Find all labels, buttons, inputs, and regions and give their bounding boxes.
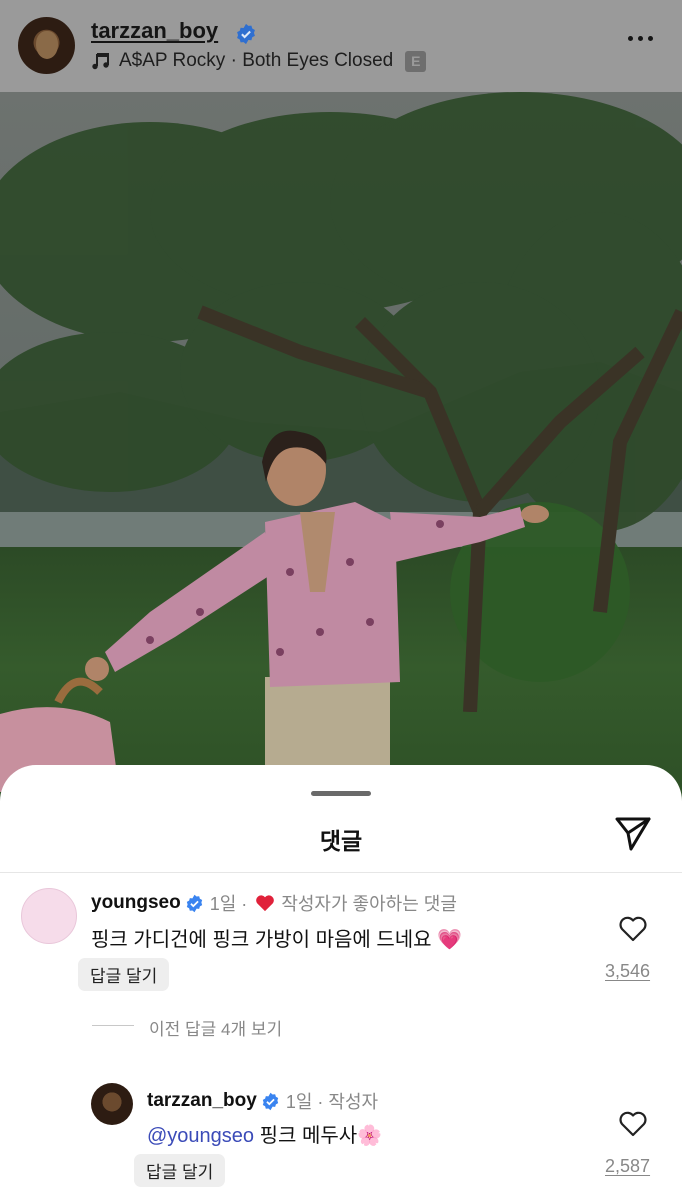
heart-icon[interactable] bbox=[618, 1110, 648, 1138]
comment-time: 1일 · bbox=[209, 894, 248, 914]
post-username[interactable]: tarzzan_boy bbox=[91, 18, 218, 44]
comment-body: 핑크 가디건에 핑크 가방이 마음에 드네요 bbox=[91, 929, 432, 951]
reply-body: 핑크 메두사 bbox=[254, 1125, 358, 1147]
like-count[interactable]: 3,546 bbox=[605, 961, 650, 982]
reply-mention[interactable]: @youngseo bbox=[147, 1125, 254, 1147]
reply-username[interactable]: tarzzan_boy bbox=[147, 1090, 257, 1112]
comment-meta: youngseo 1일 · 작성자가 좋아하는 댓글 bbox=[91, 890, 457, 916]
profile-avatar[interactable] bbox=[18, 17, 75, 74]
comment-avatar[interactable] bbox=[21, 888, 77, 944]
post-photo[interactable] bbox=[0, 92, 682, 812]
drag-handle[interactable] bbox=[311, 791, 371, 796]
reply-time: 1일 · 작성자 bbox=[285, 1092, 379, 1112]
author-liked-label: 작성자가 좋아하는 댓글 bbox=[281, 894, 457, 914]
reply-text: @youngseo 핑크 메두사🌸 bbox=[147, 1119, 382, 1148]
post-header: tarzzan_boy A$AP Rocky · Both Eyes Close… bbox=[0, 0, 682, 92]
reply-button[interactable]: 답글 달기 bbox=[78, 958, 170, 991]
reply-avatar[interactable] bbox=[91, 1083, 133, 1125]
music-title: A$AP Rocky · Both Eyes Closed bbox=[119, 50, 394, 71]
divider bbox=[0, 872, 682, 873]
reply-button[interactable]: 답글 달기 bbox=[134, 1154, 226, 1187]
more-options-icon[interactable] bbox=[628, 36, 653, 41]
verified-badge-icon bbox=[237, 23, 255, 45]
comment-text: 핑크 가디건에 핑크 가방이 마음에 드네요 💗 bbox=[91, 923, 462, 952]
pink-heart-emoji: 💗 bbox=[437, 927, 463, 951]
heart-icon[interactable] bbox=[618, 915, 648, 943]
comment-username[interactable]: youngseo bbox=[91, 892, 181, 914]
view-previous-replies[interactable]: 이전 답글 4개 보기 bbox=[149, 1015, 282, 1040]
cherry-blossom-emoji: 🌸 bbox=[357, 1123, 383, 1147]
reply-meta: tarzzan_boy 1일 · 작성자 bbox=[147, 1088, 378, 1114]
author-liked-heart-icon bbox=[256, 895, 275, 912]
like-count[interactable]: 2,587 bbox=[605, 1156, 650, 1177]
verified-badge-icon bbox=[186, 894, 202, 912]
comments-sheet: 댓글 youngseo 1일 · 작성자가 좋아하는 댓글 핑크 가디건에 핑크… bbox=[0, 765, 682, 1200]
explicit-badge: E bbox=[405, 50, 427, 72]
verified-badge-icon bbox=[262, 1092, 278, 1110]
music-info[interactable]: A$AP Rocky · Both Eyes Closed E bbox=[91, 50, 427, 72]
replies-divider-line bbox=[92, 1025, 134, 1026]
sheet-title: 댓글 bbox=[319, 828, 363, 854]
send-icon[interactable] bbox=[613, 813, 653, 853]
music-note-icon bbox=[92, 53, 109, 70]
